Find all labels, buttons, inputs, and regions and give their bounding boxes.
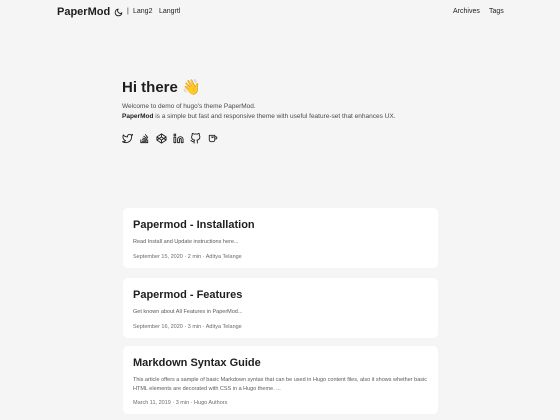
hero-description: Welcome to demo of hugo's theme PaperMod…: [122, 102, 442, 122]
post-entry[interactable]: Papermod - Installation Read Install and…: [123, 208, 438, 268]
post-meta: September 16, 2020 · 3 min · Aditya Tela…: [133, 323, 242, 330]
social-icons: [122, 133, 442, 144]
post-title[interactable]: Papermod - Features: [133, 288, 428, 302]
github-icon[interactable]: [190, 133, 201, 144]
twitter-icon[interactable]: [122, 133, 133, 144]
language-separator: |: [127, 8, 129, 15]
lang-link-lang2[interactable]: Lang2: [133, 8, 152, 15]
hero-line-2: PaperMod is a simple but fast and respon…: [122, 112, 442, 122]
post-meta: September 15, 2020 · 2 min · Aditya Tela…: [133, 253, 242, 260]
nav-link-archives[interactable]: Archives: [453, 8, 480, 15]
site-header: PaperMod | Lang2 Langrtl Archives Tags: [0, 0, 560, 28]
page-title: Hi there 👋: [122, 79, 201, 96]
kofi-icon[interactable]: [207, 133, 218, 144]
stackoverflow-icon[interactable]: [139, 133, 150, 144]
nav-link-tags[interactable]: Tags: [489, 8, 504, 15]
post-entry[interactable]: Papermod - Features Get known about All …: [123, 278, 438, 338]
hero-line-1: Welcome to demo of hugo's theme PaperMod…: [122, 103, 256, 110]
post-summary: Read Install and Update instructions her…: [133, 239, 239, 245]
post-meta: March 11, 2019 · 3 min · Hugo Authors: [133, 400, 228, 406]
post-entry[interactable]: Markdown Syntax Guide This article offer…: [123, 346, 438, 414]
post-summary: This article offers a sample of basic Ma…: [133, 377, 427, 392]
codepen-icon[interactable]: [156, 133, 167, 144]
post-title[interactable]: Papermod - Installation: [133, 218, 428, 232]
lang-link-langrtl[interactable]: Langrtl: [159, 8, 180, 15]
moon-icon[interactable]: [114, 8, 123, 17]
hero-line-2-rest: is a simple but fast and responsive them…: [153, 113, 396, 120]
post-title[interactable]: Markdown Syntax Guide: [133, 356, 428, 370]
linkedin-icon[interactable]: [173, 133, 184, 144]
hero-line-2-bold: PaperMod: [122, 113, 154, 120]
site-logo[interactable]: PaperMod: [57, 6, 110, 18]
post-summary: Get known about All Features in PaperMod…: [133, 309, 243, 315]
home-info: Hi there 👋 Welcome to demo of hugo's the…: [122, 78, 442, 144]
